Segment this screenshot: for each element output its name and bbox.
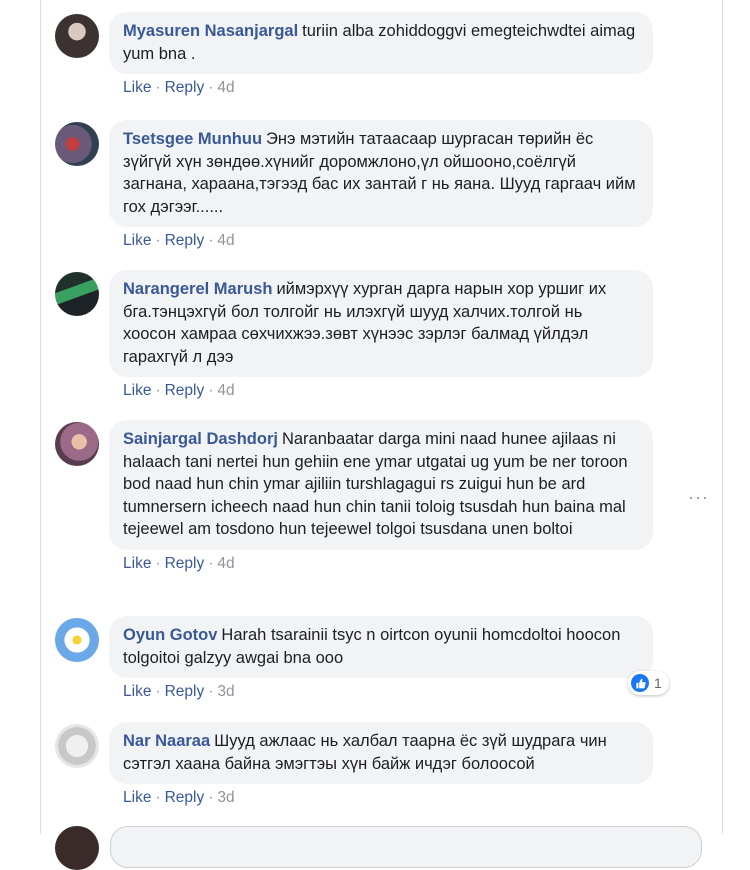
avatar[interactable] <box>55 618 99 662</box>
separator: · <box>155 79 161 96</box>
like-link[interactable]: Like <box>123 382 151 399</box>
separator: · <box>155 683 161 700</box>
comment-bubble: Oyun Gotov Harah tsarainii tsyc n oirtcon… <box>109 616 653 678</box>
comment-actions: Like · Reply · 4d <box>123 230 675 252</box>
separator: · <box>155 789 161 806</box>
separator: · <box>155 554 161 572</box>
comment-bubble: Narangerel Marush иймэрхүү хурган дарга н… <box>109 270 653 377</box>
comment-bubble: Nar Naaraa Шууд ажлаас нь халбал таарна ё… <box>109 722 653 784</box>
reaction-count-badge[interactable]: 1 <box>628 671 669 695</box>
like-link[interactable]: Like <box>123 789 151 806</box>
comment-timestamp[interactable]: 4d <box>217 232 234 249</box>
comment-bubble: Sainjargal Dashdorj Naranbaatar darga min… <box>109 420 653 550</box>
separator: · <box>208 232 214 249</box>
like-link[interactable]: Like <box>123 232 151 249</box>
reply-link[interactable]: Reply <box>165 232 205 249</box>
avatar[interactable] <box>55 724 99 768</box>
like-link[interactable]: Like <box>123 79 151 96</box>
comment-input-field[interactable] <box>110 826 702 868</box>
right-border <box>722 0 723 834</box>
comment-bubble: Myasuren Nasanjargal turiin alba zohiddog… <box>109 12 653 74</box>
separator: · <box>155 232 161 249</box>
separator: · <box>155 382 161 399</box>
comment: Oyun Gotov Harah tsarainii tsyc n oirtcon… <box>55 616 675 703</box>
comment-author[interactable]: Nar Naaraa <box>123 732 210 750</box>
comment-author[interactable]: Narangerel Marush <box>123 280 272 298</box>
comment-timestamp[interactable]: 4d <box>217 79 234 96</box>
reply-link[interactable]: Reply <box>165 79 205 96</box>
separator: · <box>208 554 214 572</box>
comment-actions: Like · Reply · 3d <box>123 681 675 703</box>
comment-author[interactable]: Tsetsgee Munhuu <box>123 130 262 148</box>
reply-link[interactable]: Reply <box>165 683 205 700</box>
comment: Myasuren Nasanjargal turiin alba zohiddog… <box>55 12 675 99</box>
comment-author[interactable]: Oyun Gotov <box>123 626 217 644</box>
comment-bubble: Tsetsgee Munhuu Энэ мэтийн татаасаар шург… <box>109 120 653 227</box>
comment-actions: Like · Reply · 4d <box>123 553 675 575</box>
comment-author[interactable]: Myasuren Nasanjargal <box>123 22 298 40</box>
comment-timestamp[interactable]: 3d <box>217 683 234 700</box>
comment-author[interactable]: Sainjargal Dashdorj <box>123 430 278 448</box>
comment-timestamp[interactable]: 4d <box>217 382 234 399</box>
like-icon <box>631 674 649 692</box>
comment-timestamp[interactable]: 4d <box>217 555 234 572</box>
separator: · <box>208 79 214 96</box>
comment: Nar Naaraa Шууд ажлаас нь халбал таарна ё… <box>55 722 675 809</box>
comment-actions: Like · Reply · 4d <box>123 380 675 402</box>
left-border <box>40 0 41 834</box>
like-link[interactable]: Like <box>123 555 151 572</box>
reply-link[interactable]: Reply <box>165 382 205 399</box>
comment-actions: Like · Reply · 4d <box>123 77 675 99</box>
avatar[interactable] <box>55 272 99 316</box>
avatar[interactable] <box>55 122 99 166</box>
like-link[interactable]: Like <box>123 683 151 700</box>
avatar[interactable] <box>55 14 99 58</box>
avatar[interactable] <box>55 826 99 870</box>
more-options-icon[interactable]: ··· <box>688 487 709 508</box>
comment: Tsetsgee Munhuu Энэ мэтийн татаасаар шург… <box>55 120 675 252</box>
comment-timestamp[interactable]: 3d <box>217 789 234 806</box>
separator: · <box>208 683 214 700</box>
comment: Narangerel Marush иймэрхүү хурган дарга н… <box>55 270 675 402</box>
avatar[interactable] <box>55 422 99 466</box>
reply-link[interactable]: Reply <box>165 555 205 572</box>
comment: Sainjargal Dashdorj Naranbaatar darga min… <box>55 420 675 575</box>
separator: · <box>208 382 214 399</box>
separator: · <box>208 789 214 806</box>
reaction-count: 1 <box>654 675 662 691</box>
comment-actions: Like · Reply · 3d <box>123 787 675 809</box>
reply-link[interactable]: Reply <box>165 789 205 806</box>
